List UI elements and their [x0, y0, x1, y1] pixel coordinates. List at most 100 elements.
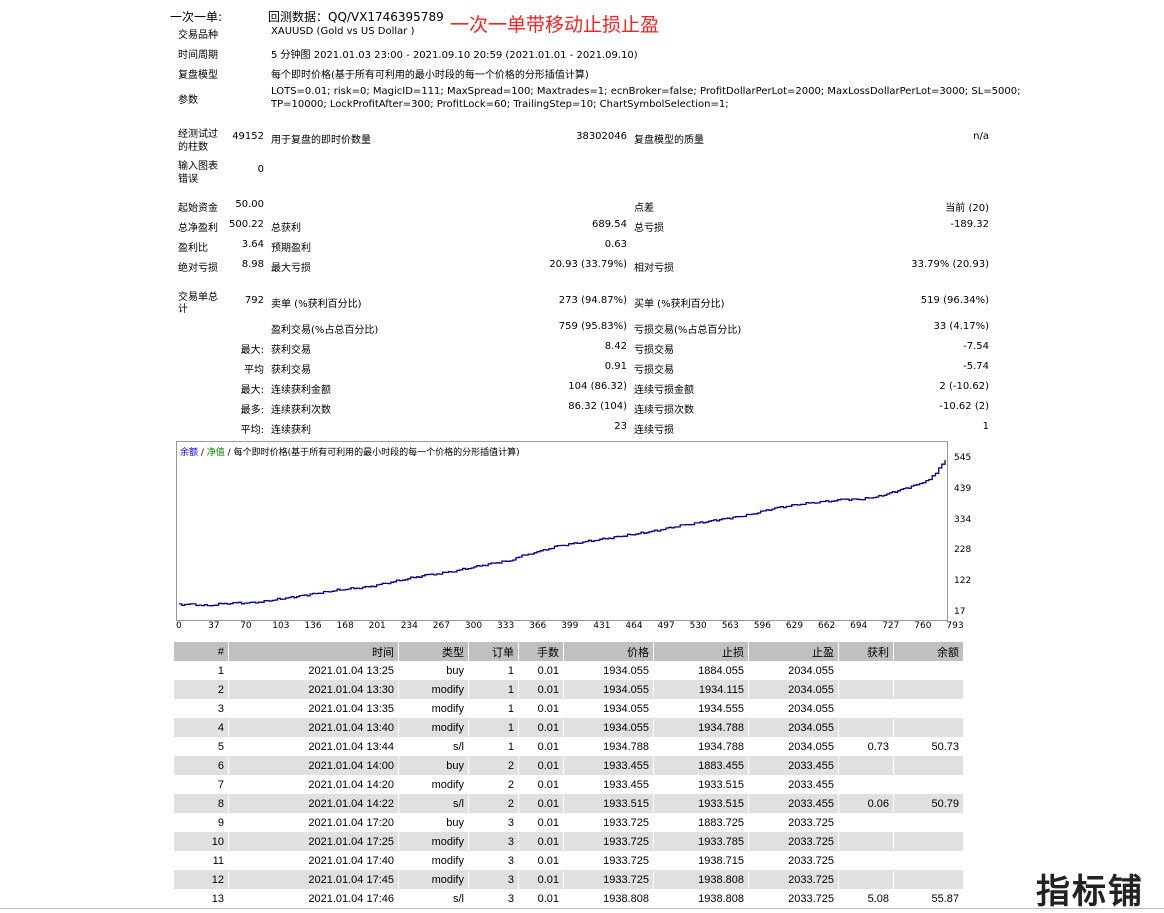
avg-win-label: 获利交易	[271, 365, 311, 376]
trade-cell: 9	[174, 813, 229, 832]
trade-cell: 2033.455	[748, 756, 839, 775]
consec-loss-amount-value: 2 (-10.62)	[939, 381, 989, 392]
deposit-value: 50.00	[235, 199, 264, 210]
x-tick-label: 37	[208, 621, 220, 631]
trades-header-0: #	[174, 642, 229, 661]
y-tick-label: 439	[954, 483, 972, 494]
x-tick-label: 70	[240, 621, 252, 631]
deposit-label: 起始资金	[178, 203, 218, 214]
table-row: 12 2021.01.04 17:45 modify 3 0.01 1933.725 193…	[174, 870, 964, 889]
trade-cell: 2021.01.04 17:40	[228, 851, 399, 870]
trades-header-row: # 时间 类型 订单 手数 价格 止损 止盈 获利 余额	[174, 642, 964, 661]
balance-chart: 余额 / 净值 / 每个即时价格(基于所有可利用的最小时段的每一个价格的分形插值…	[176, 441, 948, 621]
trade-cell: 2021.01.04 14:22	[228, 794, 399, 813]
trade-cell: modify	[398, 832, 469, 851]
trade-cell: 1933.725	[563, 851, 654, 870]
symbol-value: XAUUSD (Gold vs US Dollar )	[271, 26, 415, 37]
trade-cell: 2021.01.04 13:44	[228, 737, 399, 756]
errors-value: 0	[257, 164, 264, 175]
trade-cell: 11	[174, 851, 229, 870]
trade-cell	[893, 870, 964, 889]
avg-consec-win-value: 23	[614, 421, 627, 432]
x-tick-label: 201	[368, 621, 386, 631]
trade-cell: s/l	[398, 889, 469, 908]
trade-cell: 1933.785	[653, 832, 749, 851]
trade-cell: 1938.808	[563, 889, 654, 908]
trade-cell: 6	[174, 756, 229, 775]
x-tick-label: 497	[657, 621, 675, 631]
trade-cell: 1	[468, 699, 519, 718]
trades-header-8: 获利	[838, 642, 894, 661]
largest-loss-label: 亏损交易	[634, 345, 674, 356]
x-tick-label: 136	[304, 621, 322, 631]
trade-cell: 1	[468, 661, 519, 680]
maxmore-prefix: 最多:	[240, 405, 264, 416]
errors-label-2: 错误	[178, 174, 198, 185]
trade-cell: 2021.01.04 13:35	[228, 699, 399, 718]
x-tick-label: 234	[400, 621, 418, 631]
table-row: 9 2021.01.04 17:20 buy 3 0.01 1933.725 1883.72…	[174, 813, 964, 832]
trade-cell: 2021.01.04 17:25	[228, 832, 399, 851]
trade-cell: 1934.115	[653, 680, 749, 699]
abs-drawdown-value: 8.98	[241, 259, 264, 270]
max-drawdown-value: 20.93 (33.79%)	[549, 259, 627, 270]
trade-cell: 2021.01.04 17:20	[228, 813, 399, 832]
trade-cell: 3	[468, 851, 519, 870]
x-tick-label: 399	[561, 621, 579, 631]
consec-win-count-label: 连续获利次数	[271, 405, 331, 416]
largest-win-value: 8.42	[604, 341, 627, 352]
trades-header-6: 止损	[653, 642, 749, 661]
trade-cell: 0.01	[518, 813, 564, 832]
strategy-title: 一次一单带移动止损止盈	[450, 14, 660, 36]
total-trades-label-2: 计	[178, 304, 188, 315]
trade-cell: 1934.055	[563, 718, 654, 737]
trade-cell: 2034.055	[748, 737, 839, 756]
trade-cell	[893, 718, 964, 737]
trade-cell: 0.01	[518, 832, 564, 851]
trade-cell: 1934.788	[653, 718, 749, 737]
win-trades-value: 759 (95.83%)	[558, 321, 627, 332]
trades-header-5: 价格	[563, 642, 654, 661]
avg2-prefix: 平均:	[240, 425, 264, 436]
params-value-1: LOTS=0.01; risk=0; MagicID=111; MaxSprea…	[271, 86, 1021, 97]
model-label: 复盘模型	[178, 70, 218, 81]
trade-cell: 1934.055	[563, 680, 654, 699]
x-tick-label: 333	[497, 621, 515, 631]
trade-cell	[838, 699, 894, 718]
trade-cell: modify	[398, 775, 469, 794]
rel-drawdown-label: 相对亏损	[634, 263, 674, 274]
trade-cell	[838, 813, 894, 832]
consec-win-amount-label: 连续获利金额	[271, 385, 331, 396]
trade-cell: 2033.725	[748, 851, 839, 870]
symbol-label: 交易品种	[178, 30, 218, 41]
trade-cell: 1933.515	[653, 794, 749, 813]
balance-line	[179, 460, 946, 607]
x-tick-label: 168	[336, 621, 354, 631]
loss-trades-label: 亏损交易(%占总百分比)	[634, 325, 742, 336]
trade-cell: s/l	[398, 737, 469, 756]
period-value: 5 分钟图 2021.01.03 23:00 - 2021.09.10 20:5…	[271, 50, 638, 61]
trade-cell: 1933.725	[563, 832, 654, 851]
trade-cell	[838, 756, 894, 775]
trade-cell: 2021.01.04 17:46	[228, 889, 399, 908]
quality-label: 复盘模型的质量	[634, 135, 704, 146]
long-value: 519 (96.34%)	[920, 295, 989, 306]
trade-cell	[893, 813, 964, 832]
consec-loss-count-label: 连续亏损次数	[634, 405, 694, 416]
trade-cell: 2021.01.04 14:00	[228, 756, 399, 775]
trade-cell: modify	[398, 680, 469, 699]
chart-plot	[179, 460, 946, 607]
trade-cell: 1	[468, 737, 519, 756]
trade-cell: 0.01	[518, 889, 564, 908]
trade-cell: buy	[398, 661, 469, 680]
trades-header-7: 止盈	[748, 642, 839, 661]
trade-cell: 0.01	[518, 737, 564, 756]
trade-cell: 1934.055	[563, 699, 654, 718]
trade-cell: 0.01	[518, 851, 564, 870]
largest-loss-value: -7.54	[963, 341, 989, 352]
trade-cell: 2021.01.04 14:20	[228, 775, 399, 794]
gross-loss-label: 总亏损	[634, 223, 664, 234]
trade-cell: 1933.725	[563, 813, 654, 832]
trade-cell: 2021.01.04 17:45	[228, 870, 399, 889]
trade-cell: 1883.725	[653, 813, 749, 832]
